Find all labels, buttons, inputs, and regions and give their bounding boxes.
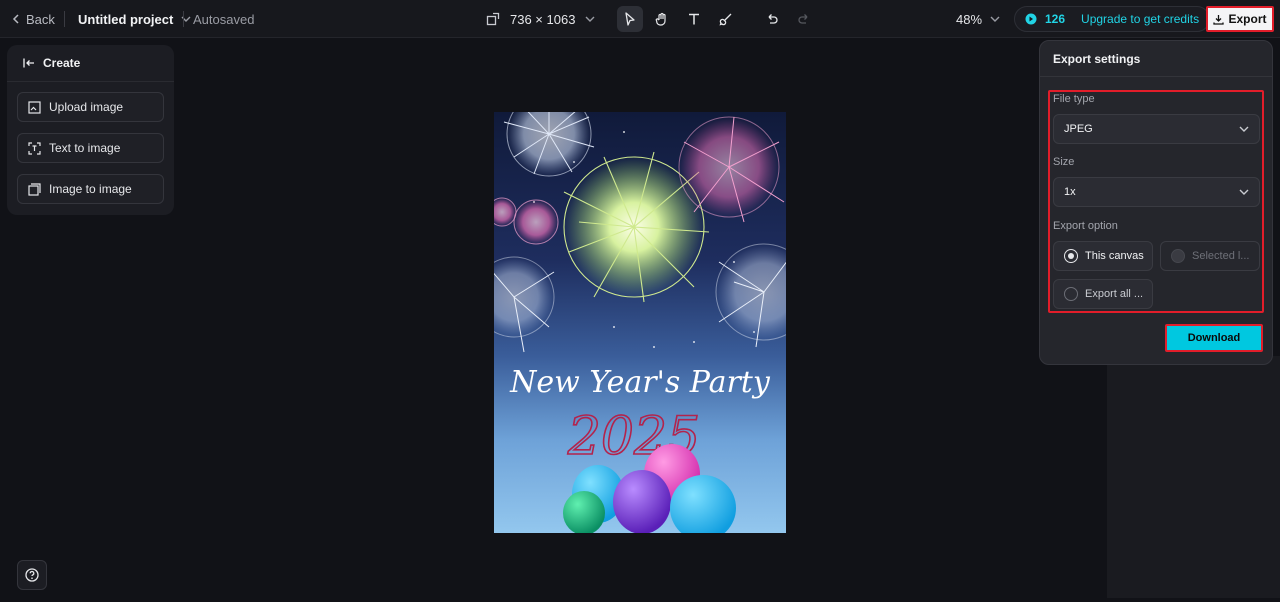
project-title-dropdown[interactable]: Untitled project (78, 0, 191, 38)
back-button[interactable]: Back (12, 0, 55, 38)
tool-group (617, 0, 817, 38)
create-panel-header[interactable]: Create (7, 45, 174, 82)
radio-selected-icon (1064, 249, 1078, 263)
back-label: Back (26, 11, 55, 27)
export-settings-popover: Export settings File type JPEG Size 1x E… (1039, 40, 1273, 365)
text-to-image-icon (28, 141, 41, 155)
size-select[interactable]: 1x (1053, 177, 1260, 207)
undo-button[interactable] (759, 6, 785, 32)
export-label: Export (1228, 12, 1267, 26)
size-label: Size (1053, 156, 1075, 168)
help-icon (25, 568, 39, 582)
credits-pill[interactable]: 126 Upgrade to get credits (1014, 6, 1211, 32)
chevron-down-icon (1239, 126, 1249, 132)
select-tool-button[interactable] (617, 6, 643, 32)
divider (183, 11, 184, 27)
image-to-image-button[interactable]: Image to image (17, 174, 164, 204)
option-export-all-label: Export all ... (1085, 288, 1144, 300)
size-value: 1x (1064, 186, 1076, 198)
export-option-label: Export option (1053, 220, 1118, 232)
properties-panel (1107, 356, 1280, 598)
option-this-canvas-label: This canvas (1085, 250, 1144, 262)
chevron-left-icon (12, 14, 19, 24)
redo-icon (798, 14, 808, 24)
file-type-select[interactable]: JPEG (1053, 114, 1260, 144)
brush-icon (719, 13, 732, 26)
chevron-down-icon (1239, 189, 1249, 195)
radio-empty-icon (1064, 287, 1078, 301)
image-to-image-label: Image to image (49, 182, 132, 196)
download-icon (1213, 14, 1225, 25)
option-this-canvas[interactable]: This canvas (1053, 241, 1153, 271)
project-title: Untitled project (78, 11, 174, 27)
zoom-dropdown[interactable]: 48% (956, 0, 1000, 38)
export-button[interactable]: Export (1206, 6, 1274, 32)
fireworks-artwork: New Year's Party 2025 (494, 112, 786, 533)
upload-image-label: Upload image (49, 100, 124, 114)
upload-image-button[interactable]: Upload image (17, 92, 164, 122)
help-button[interactable] (17, 560, 47, 590)
text-tool-button[interactable] (681, 6, 707, 32)
image-to-image-icon (28, 182, 41, 196)
redo-button[interactable] (791, 6, 817, 32)
radio-disabled-icon (1171, 249, 1185, 263)
option-selected-layers-label: Selected l... (1192, 250, 1250, 262)
file-type-label: File type (1053, 93, 1095, 105)
option-selected-layers: Selected l... (1160, 241, 1260, 271)
undo-icon (768, 14, 778, 24)
divider (64, 11, 65, 27)
cursor-icon (625, 12, 635, 26)
text-to-image-button[interactable]: Text to image (17, 133, 164, 163)
resize-icon (486, 12, 500, 26)
hand-icon (655, 12, 666, 26)
text-to-image-label: Text to image (49, 141, 121, 155)
zoom-level: 48% (956, 11, 983, 27)
chevron-down-icon (585, 16, 595, 22)
create-panel: Create Upload image Text to image Image … (7, 45, 174, 215)
credit-coin-icon (1025, 13, 1037, 25)
text-icon (689, 13, 699, 25)
credits-count: 126 (1045, 12, 1066, 26)
export-settings-title: Export settings (1040, 41, 1272, 77)
firework-white (503, 112, 595, 177)
hand-tool-button[interactable] (649, 6, 675, 32)
chevron-down-icon (990, 16, 1000, 22)
canvas-size-dropdown[interactable]: 736 × 1063 (486, 0, 595, 38)
upgrade-link[interactable]: Upgrade to get credits (1081, 12, 1199, 26)
save-status: Autosaved (193, 11, 255, 27)
design-canvas[interactable]: New Year's Party 2025 (494, 112, 786, 533)
canvas-headline[interactable]: New Year's Party (509, 365, 771, 400)
file-type-value: JPEG (1064, 123, 1093, 135)
top-bar: Back Untitled project Autosaved 736 × 10… (0, 0, 1280, 38)
upload-image-icon (28, 100, 41, 114)
canvas-size: 736 × 1063 (510, 11, 576, 27)
download-button[interactable]: Download (1165, 324, 1263, 352)
option-export-all[interactable]: Export all ... (1053, 279, 1153, 309)
draw-tool-button[interactable] (713, 6, 739, 32)
create-title: Create (43, 56, 81, 70)
collapse-left-icon (23, 58, 34, 68)
